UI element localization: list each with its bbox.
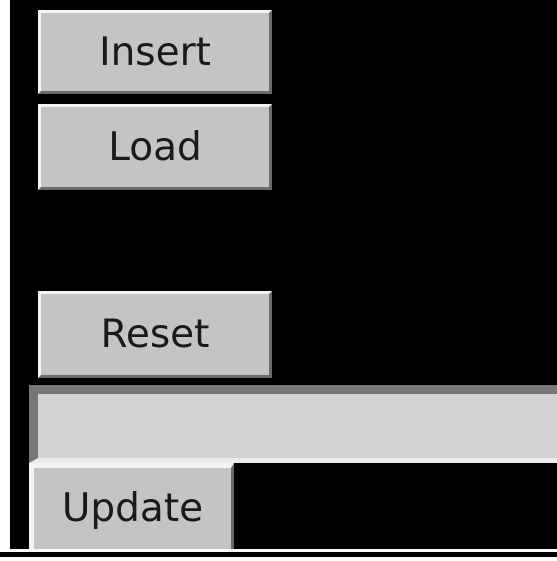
text-entry-field[interactable] — [29, 385, 557, 463]
bottom-divider — [0, 552, 557, 557]
insert-button[interactable]: Insert — [38, 10, 272, 94]
app-window: Insert Load Reset Update — [0, 0, 557, 561]
update-button[interactable]: Update — [29, 463, 234, 549]
reset-button[interactable]: Reset — [38, 291, 272, 378]
load-button[interactable]: Load — [38, 104, 272, 190]
